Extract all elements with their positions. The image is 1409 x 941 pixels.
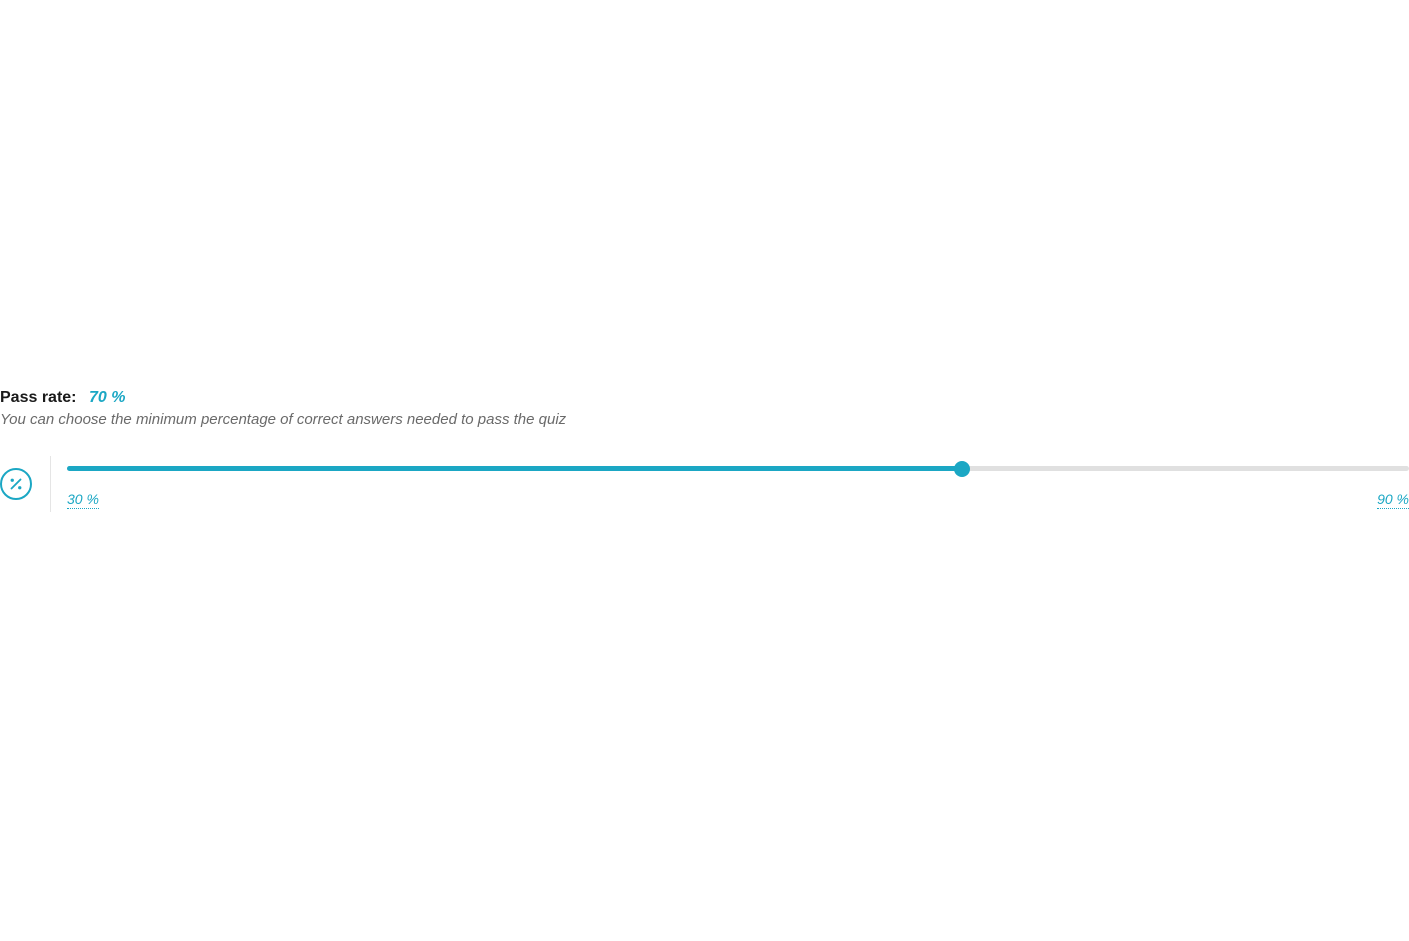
range-labels: 30 % 90 %: [67, 491, 1409, 509]
slider-max-label: 90 %: [1377, 491, 1409, 509]
pass-rate-label: Pass rate:: [0, 389, 77, 406]
slider-min-label: 30 %: [67, 491, 99, 509]
percent-icon: [0, 468, 32, 500]
pass-rate-section: Pass rate: 70 % You can choose the minim…: [0, 389, 1409, 512]
icon-wrap: [0, 456, 51, 512]
slider-thumb[interactable]: [954, 461, 970, 477]
pass-rate-description: You can choose the minimum percentage of…: [0, 411, 1409, 428]
pass-rate-value: 70 %: [89, 389, 125, 406]
pass-rate-header: Pass rate: 70 %: [0, 389, 1409, 407]
slider-area: 30 % 90 %: [51, 456, 1409, 509]
pass-rate-slider[interactable]: [67, 466, 1409, 471]
slider-row: 30 % 90 %: [0, 456, 1409, 512]
slider-track-fill: [67, 466, 962, 471]
